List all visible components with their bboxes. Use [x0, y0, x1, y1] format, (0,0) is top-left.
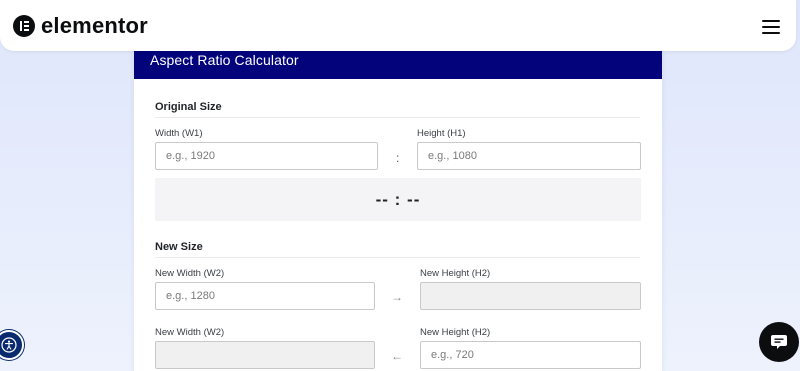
arrow-right-icon: → — [391, 290, 403, 304]
new-width-w2-label: New Width (W2) — [155, 327, 224, 338]
hamburger-menu-icon[interactable] — [762, 20, 780, 34]
new-height-h2-label: New Height (H2) — [420, 327, 490, 338]
new-height-h2-output — [420, 282, 641, 310]
ratio-result-box: -- : -- — [155, 178, 641, 221]
chat-button[interactable] — [759, 322, 799, 362]
section-divider — [155, 257, 640, 258]
accessibility-button[interactable] — [0, 330, 24, 360]
ratio-separator: : — [396, 151, 399, 165]
width-w1-label: Width (W1) — [155, 128, 203, 139]
accessibility-icon — [1, 337, 17, 353]
new-width-w2-input[interactable] — [155, 282, 375, 310]
new-size-title: New Size — [155, 241, 203, 253]
ratio-result: -- : -- — [155, 190, 641, 210]
height-h1-label: Height (H1) — [417, 128, 466, 139]
new-height-h2-input[interactable] — [420, 341, 641, 369]
brand-name: elementor — [41, 15, 148, 37]
elementor-logo-icon — [13, 15, 35, 37]
original-size-title: Original Size — [155, 101, 222, 113]
height-h1-input[interactable] — [417, 142, 641, 170]
arrow-left-icon: ← — [391, 349, 403, 363]
new-height-h2-label: New Height (H2) — [420, 268, 490, 279]
width-w1-input[interactable] — [155, 142, 378, 170]
new-width-w2-output — [155, 341, 375, 369]
chat-icon — [769, 332, 789, 352]
calculator-title: Aspect Ratio Calculator — [150, 52, 299, 68]
calculator-card: Aspect Ratio Calculator Original Size Wi… — [134, 35, 662, 371]
new-width-w2-label: New Width (W2) — [155, 268, 224, 279]
site-header: elementor — [0, 0, 796, 51]
section-divider — [155, 117, 640, 118]
brand-logo[interactable]: elementor — [13, 15, 148, 37]
